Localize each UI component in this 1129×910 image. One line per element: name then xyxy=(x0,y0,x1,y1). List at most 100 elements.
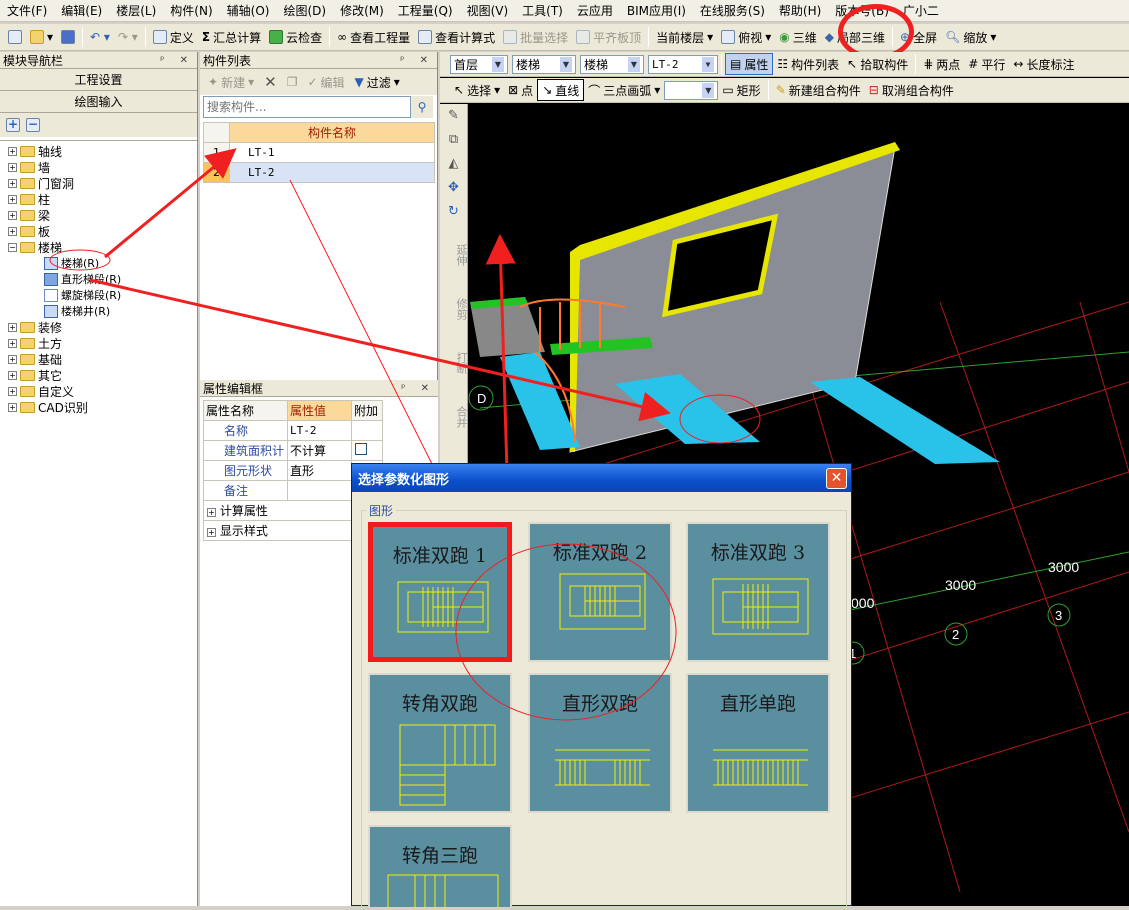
extend-button[interactable]: 延伸 xyxy=(440,234,468,276)
point-button[interactable]: ⊠ 点 xyxy=(504,79,537,101)
trim-button[interactable]: 修剪 xyxy=(440,288,468,330)
table-row[interactable]: 2 LT-2 xyxy=(203,162,435,183)
menu-help[interactable]: 帮助(H) xyxy=(772,2,828,19)
menu-online[interactable]: 在线服务(S) xyxy=(693,2,772,19)
prop-value-name[interactable]: LT-2 xyxy=(287,420,352,441)
tile-corner-double[interactable]: 转角双跑 xyxy=(368,673,512,813)
expand-icon[interactable]: + xyxy=(8,226,17,236)
copy-button[interactable]: ❐ xyxy=(283,71,302,93)
tile-straight-double[interactable]: 直形双跑 xyxy=(528,673,672,813)
expand-icon[interactable]: + xyxy=(207,528,216,537)
table-row[interactable]: 建筑面积计 不计算 xyxy=(203,440,383,461)
new-component-button[interactable]: ✦ 新建 ▾ xyxy=(204,71,258,93)
table-row[interactable]: 名称 LT-2 xyxy=(203,420,383,441)
pick-component-button[interactable]: ↖ 拾取构件 xyxy=(843,53,912,75)
brush-icon[interactable]: ✎ xyxy=(440,104,467,128)
search-input[interactable] xyxy=(203,96,411,118)
tree-item-stair-r[interactable]: 楼梯(R) xyxy=(44,255,99,271)
move-icon[interactable]: ✥ xyxy=(440,176,467,200)
tree-item-other[interactable]: + 其它 xyxy=(8,367,62,383)
expand-all-icon[interactable]: + xyxy=(6,118,20,132)
define-button[interactable]: 定义 xyxy=(149,26,198,48)
prop-value-shape[interactable]: 直形 xyxy=(287,460,352,481)
tile-straight-single[interactable]: 直形单跑 xyxy=(686,673,830,813)
tree-item-earthwork[interactable]: + 土方 xyxy=(8,335,62,351)
save-button[interactable] xyxy=(57,26,79,48)
tile-corner-triple[interactable]: 转角三跑 xyxy=(368,825,512,909)
pin-close-icon[interactable]: ᵖ ✕ xyxy=(401,383,435,394)
flush-top-button[interactable]: 平齐板顶 xyxy=(572,26,645,48)
tree-item-beam[interactable]: + 梁 xyxy=(8,207,50,223)
col-component-name[interactable]: 构件名称 xyxy=(229,122,435,143)
rotate-icon[interactable]: ↻ xyxy=(440,200,467,224)
merge-button[interactable]: 合并 xyxy=(440,396,468,438)
pin-close-icon[interactable]: ᵖ ✕ xyxy=(400,55,434,66)
tile-standard-double-3[interactable]: 标准双跑 3 xyxy=(686,522,830,662)
tree-item-slab[interactable]: + 板 xyxy=(8,223,50,239)
floor-select[interactable]: 首层 ▼ xyxy=(450,54,508,74)
top-view-button[interactable]: 俯视 ▾ xyxy=(717,26,775,48)
expand-icon[interactable]: + xyxy=(8,322,17,332)
view-quantity-button[interactable]: ∞ 查看工程量 xyxy=(333,26,414,48)
prop-value-area[interactable]: 不计算 xyxy=(287,440,352,461)
menu-edit[interactable]: 编辑(E) xyxy=(54,2,109,19)
prop-value-note[interactable] xyxy=(287,480,352,501)
menu-floor[interactable]: 楼层(L) xyxy=(109,2,163,19)
expand-icon[interactable]: + xyxy=(8,386,17,396)
draw-input-button[interactable]: 绘图输入 xyxy=(0,91,197,113)
parallel-button[interactable]: # 平行 xyxy=(964,53,1009,75)
arc-button[interactable]: ⌒ 三点画弧 ▾ xyxy=(584,79,664,101)
copy-obj-icon[interactable]: ⧉ xyxy=(440,128,467,152)
tree-item-openings[interactable]: + 门窗洞 xyxy=(8,175,74,191)
checkbox[interactable] xyxy=(355,443,367,455)
new-combo-button[interactable]: ✎ 新建组合构件 xyxy=(772,79,865,101)
rect-button[interactable]: ▭ 矩形 xyxy=(718,79,764,101)
expand-icon[interactable]: + xyxy=(8,178,17,188)
current-floor-button[interactable]: 当前楼层 ▾ xyxy=(652,26,717,48)
menu-bim[interactable]: BIM应用(I) xyxy=(620,2,693,19)
close-button[interactable]: ✕ xyxy=(826,467,847,489)
project-settings-button[interactable]: 工程设置 xyxy=(0,69,197,91)
sum-calc-button[interactable]: Σ 汇总计算 xyxy=(198,26,265,48)
length-mark-button[interactable]: ↔ 长度标注 xyxy=(1009,53,1078,75)
open-file-button[interactable]: ▾ xyxy=(26,26,57,48)
properties-button[interactable]: ▤ 属性 xyxy=(725,53,774,75)
expand-icon[interactable]: + xyxy=(8,194,17,204)
component-name-cell[interactable]: LT-1 xyxy=(229,142,435,163)
edit-button[interactable]: ✓ 编辑 xyxy=(303,71,348,93)
table-row[interactable]: 1 LT-1 xyxy=(203,142,435,163)
tile-standard-double-2[interactable]: 标准双跑 2 xyxy=(528,522,672,662)
tree-item-stairs[interactable]: − 楼梯 xyxy=(8,239,62,255)
tree-item-axis[interactable]: + 轴线 xyxy=(8,143,62,159)
tree-item-stairwell[interactable]: 楼梯井(R) xyxy=(44,303,110,319)
shape-select[interactable]: ▼ xyxy=(664,80,719,100)
expand-icon[interactable]: + xyxy=(8,210,17,220)
line-button[interactable]: ↘ 直线 xyxy=(537,79,585,101)
select-button[interactable]: ↖ 选择 ▾ xyxy=(450,79,504,101)
menu-view[interactable]: 视图(V) xyxy=(460,2,516,19)
filter-button[interactable]: ▼ 过滤 ▾ xyxy=(351,71,404,93)
menu-modify[interactable]: 修改(M) xyxy=(333,2,391,19)
menu-tools[interactable]: 工具(T) xyxy=(515,2,570,19)
tree-item-custom[interactable]: + 自定义 xyxy=(8,383,74,399)
expand-icon[interactable]: + xyxy=(207,508,216,517)
tree-item-straight-flight[interactable]: 直形梯段(R) xyxy=(44,271,121,287)
new-file-button[interactable] xyxy=(4,26,26,48)
component-name-cell[interactable]: LT-2 xyxy=(229,162,435,183)
collapse-all-icon[interactable]: − xyxy=(26,118,40,132)
type-select[interactable]: 楼梯 ▼ xyxy=(580,54,644,74)
pin-close-icon[interactable]: ᵖ ✕ xyxy=(160,55,194,66)
tree-item-wall[interactable]: + 墙 xyxy=(8,159,50,175)
expand-icon[interactable]: + xyxy=(8,354,17,364)
expand-icon[interactable]: + xyxy=(8,162,17,172)
undo-button[interactable]: ↶ ▾ xyxy=(86,26,114,48)
menu-aux-axis[interactable]: 辅轴(O) xyxy=(220,2,277,19)
expand-icon[interactable]: + xyxy=(8,370,17,380)
category-select[interactable]: 楼梯 ▼ xyxy=(512,54,576,74)
expand-icon[interactable]: + xyxy=(8,338,17,348)
search-icon[interactable]: ⚲ xyxy=(411,96,433,118)
expand-icon[interactable]: + xyxy=(8,402,17,412)
delete-button[interactable]: ✕ xyxy=(260,71,281,93)
expand-icon[interactable]: + xyxy=(8,146,17,156)
tree-item-spiral-flight[interactable]: 螺旋梯段(R) xyxy=(44,287,121,303)
